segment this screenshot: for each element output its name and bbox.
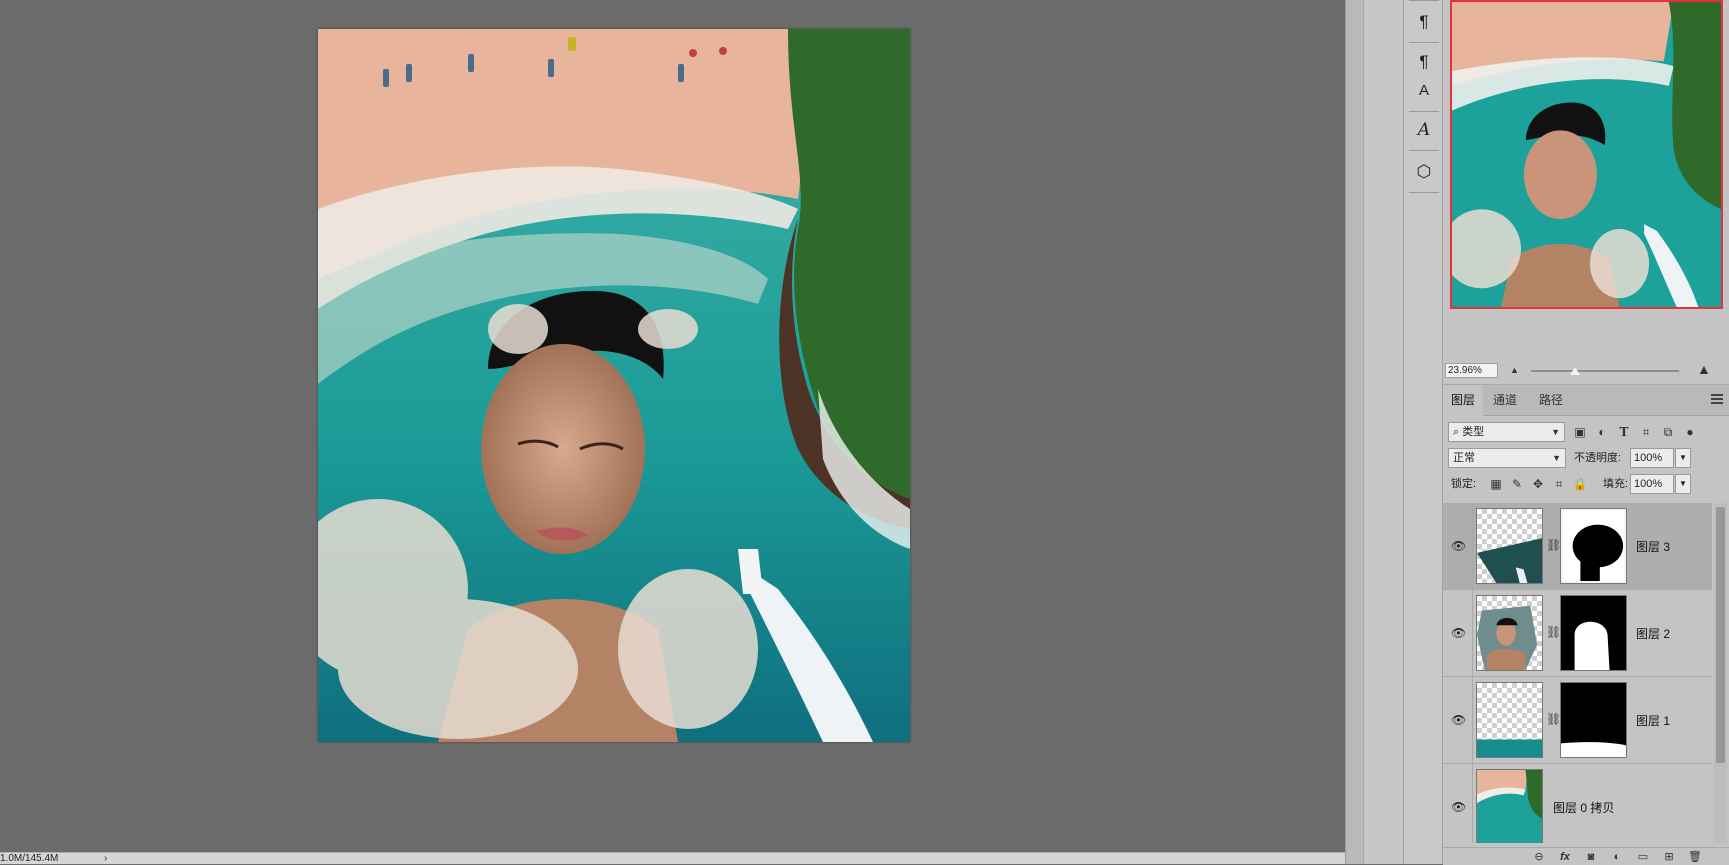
- opacity-input[interactable]: 100%: [1630, 448, 1674, 468]
- strip-separator: [1409, 42, 1439, 43]
- fx-icon[interactable]: fx: [1555, 849, 1575, 865]
- layers-footer: ⊖ fx ◙ ◐ ▭ ⊞ 🗑: [1443, 847, 1729, 865]
- lock-artboard-icon[interactable]: ⌗: [1551, 476, 1567, 492]
- composite-image: [318, 29, 910, 742]
- strip-separator: [1409, 192, 1439, 193]
- layer-row[interactable]: 👁 ⛓ 图层 1: [1443, 677, 1712, 764]
- fill-label: 填充:: [1603, 478, 1629, 490]
- panel-tabs: 图层 通道 路径: [1443, 385, 1729, 416]
- status-bar: 1.0M/145.4M ›: [0, 852, 1345, 864]
- filter-kind-select[interactable]: ⌕ 类型 ▼: [1448, 422, 1565, 442]
- link-mask-icon[interactable]: ⛓: [1546, 538, 1561, 552]
- layer-row[interactable]: 👁 图层 0 拷贝: [1443, 764, 1712, 843]
- tab-channels[interactable]: 通道: [1485, 385, 1525, 416]
- glyphs-icon[interactable]: A: [1412, 118, 1436, 142]
- scrollbar-thumb[interactable]: [1716, 507, 1725, 763]
- type-filter-icon[interactable]: T: [1615, 423, 1633, 441]
- layer-mask-thumbnail[interactable]: [1560, 682, 1627, 758]
- collapsed-panel-column: [1363, 0, 1403, 864]
- zoom-slider-handle[interactable]: [1570, 367, 1581, 375]
- lock-label: 锁定:: [1451, 478, 1477, 490]
- lock-transparency-icon[interactable]: ▦: [1488, 476, 1504, 492]
- filter-row: ⌕ 类型 ▼ ▣ ◐ T ⌗ ⧉ ●: [1443, 419, 1729, 445]
- layer-list: 👁 ⛓ 图层 3 👁 ⛓ 图层 2 👁 ⛓ 图层 1 👁 图层 0 拷贝: [1443, 503, 1712, 843]
- layer-thumbnail[interactable]: [1476, 682, 1543, 758]
- tab-paths[interactable]: 路径: [1531, 385, 1571, 416]
- layer-name[interactable]: 图层 2: [1636, 625, 1670, 642]
- layer-name[interactable]: 图层 1: [1636, 712, 1670, 729]
- fill-dropdown-icon[interactable]: ▼: [1675, 474, 1691, 494]
- panel-icon-strip: ¶ ¶ A A ⬡: [1403, 0, 1443, 864]
- new-group-icon[interactable]: ▭: [1633, 849, 1653, 865]
- eye-icon[interactable]: 👁: [1451, 800, 1466, 814]
- search-icon: ⌕: [1453, 426, 1460, 438]
- layers-panel: 图层 通道 路径 ⌕ 类型 ▼ ▣ ◐ T ⌗ ⧉ ● 正常 ▼ 不透明度: 1…: [1443, 384, 1729, 865]
- shape-filter-icon[interactable]: ⌗: [1637, 423, 1655, 441]
- link-layers-icon[interactable]: ⊖: [1529, 849, 1549, 865]
- navigator-zoom-row: 23.96% ▲ ▲: [1443, 361, 1729, 379]
- 3d-cube-icon[interactable]: ⬡: [1412, 160, 1436, 184]
- lock-position-icon[interactable]: ✥: [1530, 476, 1546, 492]
- panel-menu-icon[interactable]: [1711, 394, 1723, 406]
- eye-icon[interactable]: 👁: [1451, 539, 1466, 553]
- lock-pixels-icon[interactable]: ✎: [1509, 476, 1525, 492]
- paragraph-style-icon[interactable]: ¶: [1412, 50, 1436, 74]
- delete-layer-icon[interactable]: 🗑: [1685, 849, 1705, 865]
- layer-list-scrollbar[interactable]: [1714, 503, 1727, 843]
- filter-kind-label: 类型: [1462, 426, 1485, 438]
- visibility-column: 👁: [1443, 764, 1473, 843]
- eye-icon[interactable]: 👁: [1451, 713, 1466, 727]
- blend-mode-label: 正常: [1453, 452, 1475, 464]
- layer-name[interactable]: 图层 0 拷贝: [1553, 799, 1614, 816]
- canvas-workspace[interactable]: [0, 0, 1345, 852]
- layer-row[interactable]: 👁 ⛓ 图层 3: [1443, 503, 1712, 590]
- eye-icon[interactable]: 👁: [1451, 626, 1466, 640]
- filter-toggle-icon[interactable]: ●: [1681, 423, 1699, 441]
- strip-separator: [1409, 150, 1439, 151]
- visibility-column: 👁: [1443, 677, 1473, 764]
- chevron-down-icon: ▼: [1552, 453, 1561, 463]
- visibility-column: 👁: [1443, 590, 1473, 677]
- layer-mask-thumbnail[interactable]: [1560, 508, 1627, 584]
- lock-all-icon[interactable]: 🔒: [1572, 476, 1588, 492]
- strip-separator: [1409, 111, 1439, 112]
- pixel-filter-icon[interactable]: ▣: [1571, 423, 1589, 441]
- adjustment-layer-icon[interactable]: ◐: [1607, 849, 1627, 865]
- link-mask-icon[interactable]: ⛓: [1546, 712, 1561, 726]
- dock-divider[interactable]: [1345, 0, 1363, 864]
- link-mask-icon[interactable]: ⛓: [1546, 625, 1561, 639]
- add-mask-icon[interactable]: ◙: [1581, 849, 1601, 865]
- layer-mask-thumbnail[interactable]: [1560, 595, 1627, 671]
- layer-row[interactable]: 👁 ⛓ 图层 2: [1443, 590, 1712, 677]
- visibility-column: 👁: [1443, 503, 1473, 590]
- paragraph-icon[interactable]: ¶: [1412, 10, 1436, 34]
- lock-row: 锁定: ▦ ✎ ✥ ⌗ 🔒 填充: 100% ▼: [1443, 471, 1729, 497]
- layer-name[interactable]: 图层 3: [1636, 538, 1670, 555]
- navigator-panel: [1449, 0, 1725, 310]
- layer-thumbnail[interactable]: [1476, 508, 1543, 584]
- new-layer-icon[interactable]: ⊞: [1659, 849, 1679, 865]
- layer-thumbnail[interactable]: [1476, 595, 1543, 671]
- zoom-in-icon[interactable]: ▲: [1697, 361, 1711, 377]
- document-canvas[interactable]: [318, 29, 910, 742]
- opacity-label: 不透明度:: [1574, 452, 1622, 464]
- opacity-dropdown-icon[interactable]: ▼: [1675, 448, 1691, 468]
- layer-thumbnail[interactable]: [1476, 769, 1543, 843]
- character-style-icon[interactable]: A: [1412, 79, 1436, 103]
- chevron-down-icon: ▼: [1551, 427, 1560, 437]
- doc-size-readout[interactable]: 1.0M/145.4M: [0, 853, 58, 865]
- status-menu-arrow[interactable]: ›: [104, 853, 107, 865]
- tab-layers[interactable]: 图层: [1443, 385, 1484, 416]
- blend-mode-select[interactable]: 正常 ▼: [1448, 448, 1566, 468]
- strip-separator: [1409, 0, 1439, 1]
- smart-object-filter-icon[interactable]: ⧉: [1659, 423, 1677, 441]
- zoom-slider[interactable]: [1531, 370, 1679, 372]
- adjustment-filter-icon[interactable]: ◐: [1593, 423, 1611, 441]
- zoom-out-icon[interactable]: ▲: [1510, 363, 1519, 378]
- blend-row: 正常 ▼ 不透明度: 100% ▼: [1443, 445, 1729, 471]
- navigator-preview[interactable]: [1450, 0, 1723, 309]
- navigator-image: [1452, 2, 1721, 307]
- fill-input[interactable]: 100%: [1630, 474, 1674, 494]
- zoom-input[interactable]: 23.96%: [1445, 363, 1498, 378]
